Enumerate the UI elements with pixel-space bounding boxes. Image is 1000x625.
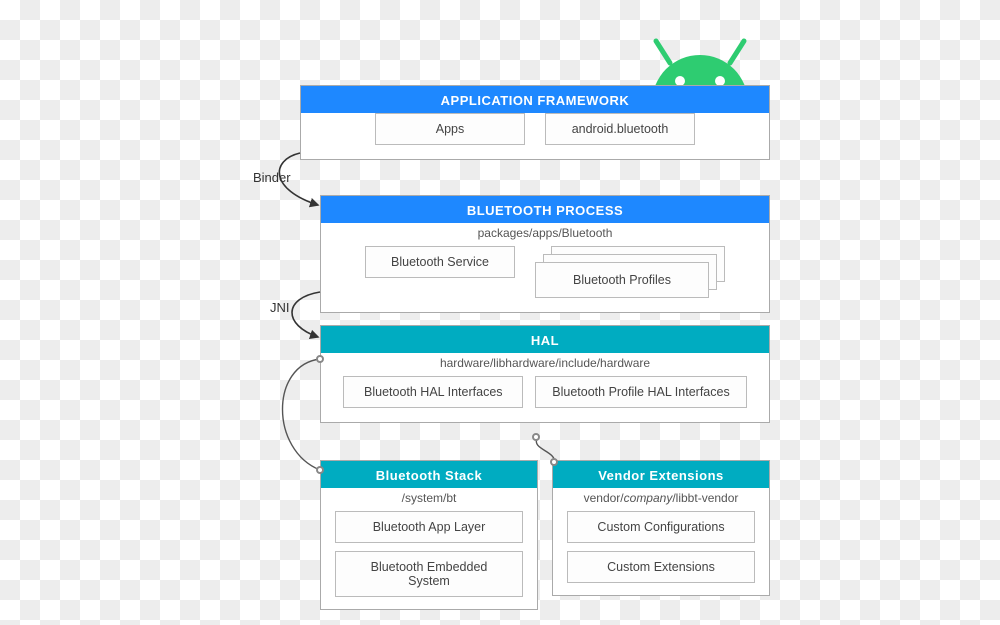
bluetooth-profiles-stack: Bluetooth Profiles — [535, 246, 725, 298]
bluetooth-hal-interfaces-box: Bluetooth HAL Interfaces — [343, 376, 523, 408]
connector-endpoint-icon — [316, 466, 324, 474]
connector-endpoint-icon — [532, 433, 540, 441]
bluetooth-stack-layer: Bluetooth Stack /system/bt Bluetooth App… — [320, 460, 538, 610]
binder-arrow-icon — [260, 150, 340, 220]
hal-title: HAL — [321, 326, 769, 353]
bluetooth-profile-hal-interfaces-box: Bluetooth Profile HAL Interfaces — [535, 376, 746, 408]
custom-extensions-box: Custom Extensions — [567, 551, 755, 583]
bluetooth-service-box: Bluetooth Service — [365, 246, 515, 278]
connector-endpoint-icon — [550, 458, 558, 466]
vendor-extensions-path: vendor/company/libbt-vendor — [553, 488, 769, 511]
bluetooth-stack-title: Bluetooth Stack — [321, 461, 537, 488]
bluetooth-process-path: packages/apps/Bluetooth — [321, 223, 769, 246]
bluetooth-profiles-box: Bluetooth Profiles — [535, 262, 709, 298]
vendor-extensions-title: Vendor Extensions — [553, 461, 769, 488]
bluetooth-stack-path: /system/bt — [321, 488, 537, 511]
application-framework-layer: APPLICATION FRAMEWORK Apps android.bluet… — [300, 85, 770, 160]
bluetooth-process-layer: BLUETOOTH PROCESS packages/apps/Bluetoot… — [320, 195, 770, 313]
bluetooth-embedded-system-box: Bluetooth Embedded System — [335, 551, 523, 597]
apps-box: Apps — [375, 113, 525, 145]
custom-configurations-box: Custom Configurations — [567, 511, 755, 543]
application-framework-title: APPLICATION FRAMEWORK — [301, 86, 769, 113]
hal-path: hardware/libhardware/include/hardware — [321, 353, 769, 376]
android-bluetooth-box: android.bluetooth — [545, 113, 695, 145]
connector-endpoint-icon — [316, 355, 324, 363]
vendor-extensions-layer: Vendor Extensions vendor/company/libbt-v… — [552, 460, 770, 596]
hal-layer: HAL hardware/libhardware/include/hardwar… — [320, 325, 770, 423]
bluetooth-process-title: BLUETOOTH PROCESS — [321, 196, 769, 223]
jni-arrow-icon — [275, 290, 345, 350]
hal-to-stack-connector-icon — [260, 355, 340, 475]
bluetooth-app-layer-box: Bluetooth App Layer — [335, 511, 523, 543]
